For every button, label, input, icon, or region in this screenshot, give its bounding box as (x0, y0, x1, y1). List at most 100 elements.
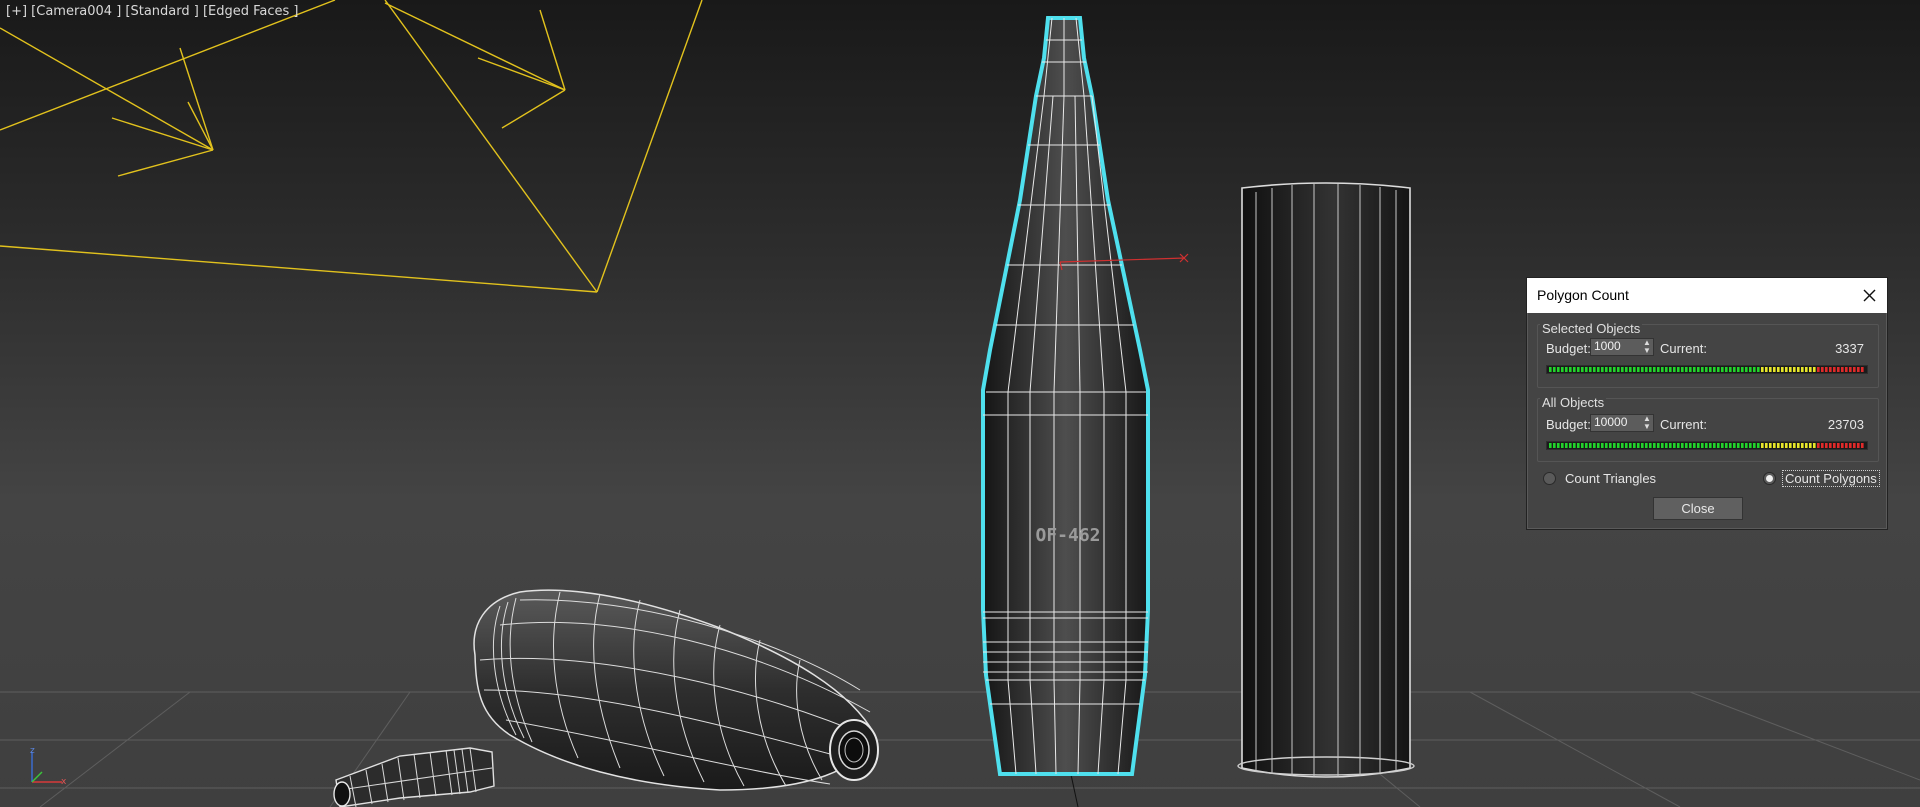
meter-segment (1637, 443, 1640, 448)
meter-segment (1861, 367, 1864, 372)
meter-segment (1653, 443, 1656, 448)
meter-segment (1773, 443, 1776, 448)
meter-segment (1701, 443, 1704, 448)
meter-segment (1589, 367, 1592, 372)
meter-segment (1649, 367, 1652, 372)
meter-segment (1617, 367, 1620, 372)
meter-segment (1753, 367, 1756, 372)
meter-segment (1745, 443, 1748, 448)
close-button[interactable]: Close (1653, 497, 1743, 520)
count-triangles-radio[interactable] (1543, 472, 1556, 485)
meter-segment (1853, 367, 1856, 372)
meter-segment (1713, 367, 1716, 372)
meter-segment (1817, 443, 1820, 448)
meter-segment (1553, 443, 1556, 448)
meter-segment (1685, 443, 1688, 448)
shell-standing-selected: OF-462 (981, 16, 1189, 776)
meter-segment (1593, 367, 1596, 372)
all-budget-spinner[interactable]: 10000 ▲ ▼ (1590, 414, 1654, 432)
current-label: Current: (1660, 417, 1707, 432)
meter-segment (1729, 367, 1732, 372)
meter-segment (1705, 443, 1708, 448)
spinner-arrows-icon[interactable]: ▲ ▼ (1643, 339, 1651, 355)
meter-segment (1601, 443, 1604, 448)
meter-segment (1741, 443, 1744, 448)
meter-segment (1721, 367, 1724, 372)
count-polygons-radio[interactable] (1763, 472, 1776, 485)
meter-segment (1657, 367, 1660, 372)
meter-segment (1629, 367, 1632, 372)
meter-segment (1725, 443, 1728, 448)
meter-segment (1673, 443, 1676, 448)
meter-segment (1717, 367, 1720, 372)
meter-segment (1801, 443, 1804, 448)
meter-segment (1609, 443, 1612, 448)
count-polygons-label[interactable]: Count Polygons (1782, 470, 1880, 487)
shell-marking: OF-462 (1035, 525, 1100, 546)
meter-segment (1825, 367, 1828, 372)
meter-segment (1749, 367, 1752, 372)
axis-x-label: x (61, 777, 67, 787)
meter-segment (1765, 367, 1768, 372)
meter-segment (1733, 367, 1736, 372)
cartridge-case (1237, 182, 1415, 778)
meter-segment (1793, 443, 1796, 448)
all-meter-fill (1549, 443, 1864, 448)
meter-segment (1669, 367, 1672, 372)
meter-segment (1673, 367, 1676, 372)
meter-segment (1689, 443, 1692, 448)
meter-segment (1769, 443, 1772, 448)
current-label: Current: (1660, 341, 1707, 356)
meter-segment (1649, 443, 1652, 448)
meter-segment (1573, 443, 1576, 448)
meter-segment (1801, 367, 1804, 372)
meter-segment (1789, 443, 1792, 448)
meter-segment (1761, 443, 1764, 448)
meter-segment (1777, 367, 1780, 372)
count-triangles-label[interactable]: Count Triangles (1565, 471, 1656, 486)
spinner-arrows-icon[interactable]: ▲ ▼ (1643, 415, 1651, 431)
meter-segment (1701, 367, 1704, 372)
meter-segment (1789, 367, 1792, 372)
dialog-title-bar[interactable]: Polygon Count (1527, 278, 1887, 313)
meter-segment (1689, 367, 1692, 372)
meter-segment (1765, 443, 1768, 448)
meter-segment (1857, 443, 1860, 448)
meter-segment (1561, 367, 1564, 372)
meter-segment (1585, 443, 1588, 448)
meter-segment (1849, 367, 1852, 372)
meter-segment (1785, 443, 1788, 448)
viewport-label[interactable]: [+] [Camera004 ] [Standard ] [Edged Face… (6, 4, 299, 19)
meter-segment (1641, 367, 1644, 372)
meter-segment (1861, 443, 1864, 448)
selected-budget-spinner[interactable]: 1000 ▲ ▼ (1590, 338, 1654, 356)
shell-lying (473, 589, 879, 791)
meter-segment (1837, 443, 1840, 448)
meter-segment (1645, 443, 1648, 448)
meter-segment (1809, 443, 1812, 448)
dialog-title: Polygon Count (1537, 287, 1629, 303)
budget-label: Budget: (1546, 341, 1591, 356)
meter-segment (1753, 443, 1756, 448)
meter-segment (1677, 367, 1680, 372)
all-objects-label: All Objects (1540, 395, 1607, 410)
meter-segment (1805, 443, 1808, 448)
selected-budget-meter (1546, 365, 1868, 374)
meter-segment (1693, 443, 1696, 448)
fuse-piece (333, 747, 495, 807)
meter-segment (1821, 367, 1824, 372)
meter-segment (1797, 443, 1800, 448)
meter-segment (1697, 367, 1700, 372)
meter-segment (1733, 443, 1736, 448)
meter-segment (1749, 443, 1752, 448)
close-icon[interactable] (1851, 278, 1887, 313)
light-helper-lines (0, 0, 703, 293)
meter-segment (1561, 443, 1564, 448)
selected-objects-group: Selected Objects Budget: 1000 ▲ ▼ Current… (1537, 321, 1879, 388)
ground-grid (0, 691, 1920, 807)
meter-segment (1857, 367, 1860, 372)
meter-segment (1637, 367, 1640, 372)
meter-segment (1833, 443, 1836, 448)
meter-segment (1669, 443, 1672, 448)
meter-segment (1553, 367, 1556, 372)
